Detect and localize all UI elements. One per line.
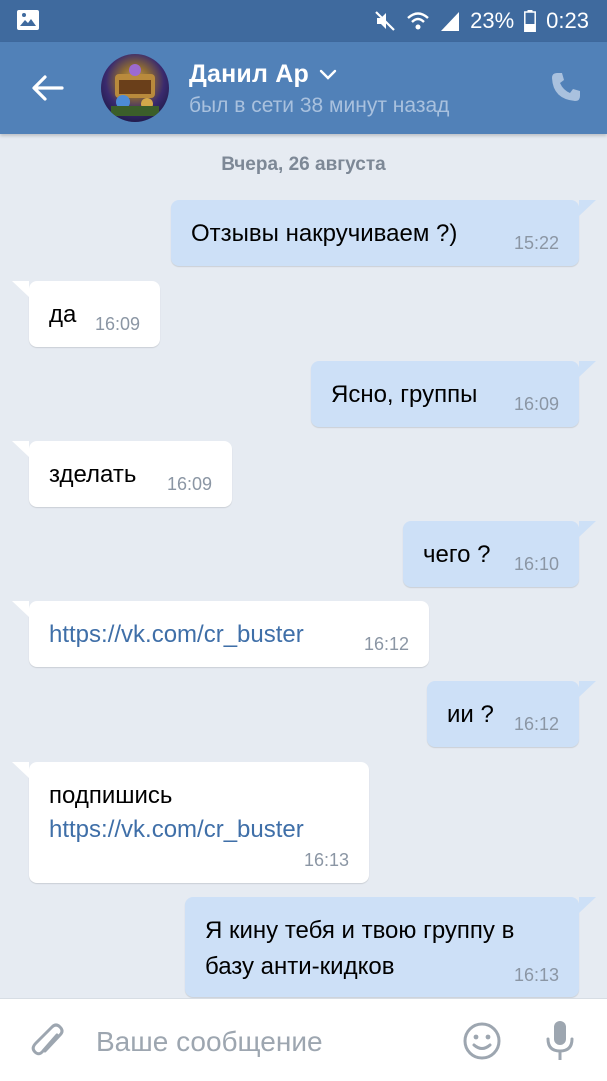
message-input-bar: Ваше сообщение xyxy=(0,998,607,1081)
emoji-icon[interactable] xyxy=(462,1021,502,1061)
microphone-icon[interactable] xyxy=(543,1019,577,1063)
bubble-tails xyxy=(12,200,596,913)
attach-icon[interactable] xyxy=(30,1021,66,1061)
message-input[interactable]: Ваше сообщение xyxy=(96,1026,323,1058)
